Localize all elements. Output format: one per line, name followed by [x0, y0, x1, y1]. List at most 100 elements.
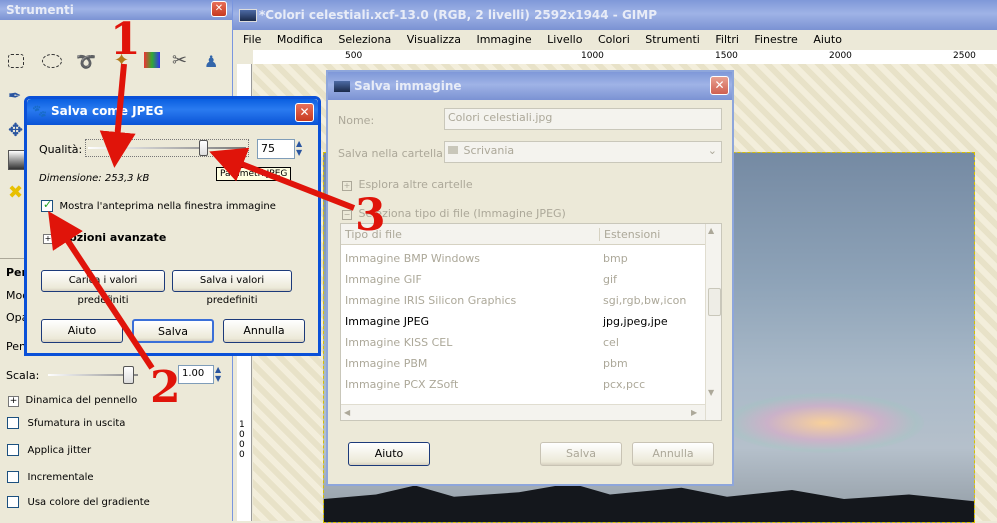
horizontal-scrollbar[interactable]: ◀ ▶ — [341, 404, 705, 420]
scroll-left-icon[interactable]: ◀ — [344, 408, 350, 417]
col-ext-header[interactable]: Estensioni — [599, 228, 660, 241]
quality-slider-track[interactable] — [85, 139, 249, 157]
menu-image[interactable]: Immagine — [476, 33, 531, 46]
preview-label: Mostra l'anteprima nella finestra immagi… — [59, 201, 276, 212]
heal-icon[interactable]: ✖ — [8, 182, 23, 203]
menu-windows[interactable]: Finestre — [754, 33, 797, 46]
row-ext: pcx,pcc — [603, 378, 646, 391]
quality-slider-handle[interactable] — [199, 140, 208, 156]
folder-select[interactable]: Scrivania ⌄ — [444, 141, 722, 163]
menu-file[interactable]: File — [243, 33, 261, 46]
row-type: Immagine JPEG — [345, 315, 430, 328]
row-type: Immagine IRIS Silicon Graphics — [345, 294, 517, 307]
option-fade[interactable]: Sfumatura in uscita — [7, 416, 125, 429]
filetype-label: Seleziona tipo di file (Immagine JPEG) — [358, 207, 566, 220]
row-ext: gif — [603, 273, 617, 286]
table-row[interactable]: Immagine PBM pbm — [341, 353, 705, 374]
table-row[interactable]: Immagine PCX ZSoft pcx,pcc — [341, 374, 705, 395]
row-ext: jpg,jpeg,jpe — [603, 315, 668, 328]
menu-help[interactable]: Aiuto — [813, 33, 842, 46]
menu-tools[interactable]: Strumenti — [645, 33, 700, 46]
save-dialog-app-icon — [334, 81, 350, 92]
save-dialog-titlebar: Salva immagine ✕ — [328, 72, 732, 100]
scroll-thumb[interactable] — [708, 288, 721, 316]
row-type: Immagine KISS CEL — [345, 336, 453, 349]
lasso-icon[interactable]: ➰ — [76, 52, 96, 71]
ruler-tick-label: 500 — [345, 51, 363, 61]
gimp-titlebar: *Colori celestiali.xcf-13.0 (RGB, 2 live… — [233, 0, 997, 30]
checkbox[interactable] — [7, 417, 19, 429]
checkbox[interactable] — [7, 496, 19, 508]
table-row[interactable]: Immagine GIF gif — [341, 269, 705, 290]
advanced-options-expander[interactable]: + Opzioni avanzate — [43, 231, 166, 244]
load-defaults-button[interactable]: Carica i valori predefiniti — [41, 270, 165, 306]
jpeg-dialog-close-button[interactable]: ✕ — [295, 103, 314, 122]
scale-slider[interactable] — [48, 366, 138, 384]
checkbox[interactable] — [7, 444, 19, 456]
color-select-icon[interactable] — [144, 52, 160, 68]
table-row[interactable]: Immagine IRIS Silicon Graphics sgi,rgb,b… — [341, 290, 705, 311]
save-dialog-close-button[interactable]: ✕ — [710, 76, 729, 95]
table-row[interactable]: Immagine BMP Windows bmp — [341, 248, 705, 269]
scroll-right-icon[interactable]: ▶ — [691, 408, 697, 417]
gimp-wilber-icon: 🐾 — [32, 104, 47, 118]
jpeg-cancel-button[interactable]: Annulla — [223, 319, 305, 343]
menu-edit[interactable]: Modifica — [277, 33, 323, 46]
save-defaults-button[interactable]: Salva i valori predefiniti — [172, 270, 292, 306]
annotation-number-2: 2 — [150, 362, 181, 413]
move-icon[interactable]: ✥ — [8, 120, 23, 141]
row-ext: cel — [603, 336, 619, 349]
scroll-down-icon[interactable]: ▼ — [708, 388, 714, 397]
row-type: Immagine PBM — [345, 357, 428, 370]
dynamics-label: Dinamica del pennello — [25, 395, 138, 406]
scale-label: Scala: — [6, 369, 40, 382]
advanced-options-label: Opzioni avanzate — [59, 231, 167, 244]
option-incremental[interactable]: Incrementale — [7, 470, 94, 483]
save-dialog-cancel-button[interactable]: Annulla — [632, 442, 714, 466]
save-dialog-save-button[interactable]: Salva — [540, 442, 622, 466]
option-label: Incrementale — [27, 472, 94, 483]
preview-checkbox[interactable]: ✓ — [41, 198, 53, 212]
filetype-list-header: Tipo di file Estensioni — [341, 224, 705, 245]
ruler-tick-label: 1000 — [581, 51, 604, 61]
paths-icon[interactable]: ✒ — [8, 86, 21, 105]
ruler-digit: 1 — [239, 420, 245, 430]
quality-spin-arrows-icon[interactable]: ▲ ▼ — [296, 139, 302, 157]
gimp-window-title: *Colori celestiali.xcf-13.0 (RGB, 2 live… — [259, 8, 657, 22]
jpeg-save-button[interactable]: Salva — [132, 319, 214, 343]
name-input[interactable]: Colori celestiali.jpg — [444, 108, 722, 130]
filetype-list[interactable]: Tipo di file Estensioni Immagine BMP Win… — [340, 223, 722, 421]
save-dialog-help-button[interactable]: Aiuto — [348, 442, 430, 466]
scale-slider-handle[interactable] — [123, 366, 134, 384]
scissors-icon[interactable]: ✂ — [172, 50, 187, 71]
menu-select[interactable]: Seleziona — [338, 33, 391, 46]
preview-toggle[interactable]: ✓ Mostra l'anteprima nella finestra imma… — [41, 198, 276, 212]
jpeg-help-button[interactable]: Aiuto — [41, 319, 123, 343]
expand-plus-icon: + — [8, 396, 19, 407]
scale-spin-input[interactable]: 1.00 — [178, 365, 214, 384]
filetype-rows: Immagine BMP Windows bmp Immagine GIF gi… — [341, 248, 705, 395]
save-dialog-title: Salva immagine — [354, 79, 462, 93]
rect-select-icon[interactable] — [8, 54, 24, 68]
menu-view[interactable]: Visualizza — [407, 33, 461, 46]
save-jpeg-dialog: 🐾 Salva come JPEG ✕ Qualità: 75 ▲ ▼ Param… — [24, 96, 321, 356]
file-size-text: Dimensione: 253,3 kB — [39, 173, 150, 184]
checkbox[interactable] — [7, 471, 19, 483]
quality-spin-input[interactable]: 75 — [257, 139, 295, 159]
vertical-scrollbar[interactable]: ▲ ▼ — [705, 224, 721, 420]
option-gradient-color[interactable]: Usa colore del gradiente — [7, 495, 150, 508]
option-jitter[interactable]: Applica jitter — [7, 443, 91, 456]
ellipse-select-icon[interactable] — [42, 54, 62, 68]
toolbox-close-button[interactable]: ✕ — [211, 1, 227, 17]
scale-spin-arrows-icon[interactable]: ▲ ▼ — [215, 365, 221, 383]
menu-layer[interactable]: Livello — [547, 33, 582, 46]
foreground-select-icon[interactable]: ♟ — [204, 52, 218, 71]
table-row-selected[interactable]: Immagine JPEG jpg,jpeg,jpe — [341, 311, 705, 332]
ruler-digit: 0 — [239, 450, 245, 460]
menu-filters[interactable]: Filtri — [715, 33, 739, 46]
scroll-up-icon[interactable]: ▲ — [708, 226, 714, 235]
dynamics-expander[interactable]: + Dinamica del pennello — [8, 393, 137, 407]
table-row[interactable]: Immagine KISS CEL cel — [341, 332, 705, 353]
expand-plus-icon: + — [43, 234, 53, 244]
menu-colors[interactable]: Colori — [598, 33, 630, 46]
